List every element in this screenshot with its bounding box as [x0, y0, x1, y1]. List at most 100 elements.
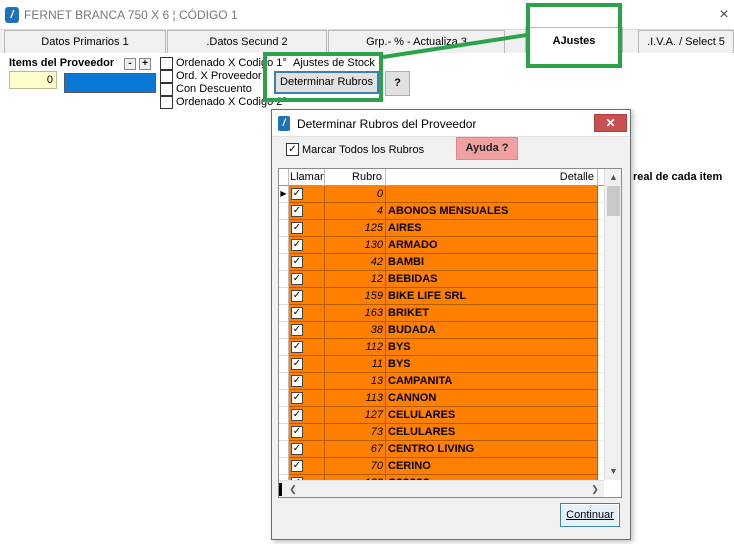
checkmark-icon[interactable]: ✓ [291, 324, 303, 336]
checkmark-icon[interactable]: ✓ [291, 205, 303, 217]
row-indicator [279, 407, 289, 424]
header-llamar[interactable]: Llamar [289, 169, 325, 186]
row-indicator [279, 458, 289, 475]
llamar-cell[interactable]: ✓ [289, 441, 325, 458]
app-logo-icon: / [278, 116, 290, 131]
checkmark-icon[interactable]: ✓ [291, 222, 303, 234]
continuar-button[interactable]: Continuar [560, 503, 620, 527]
rubro-name-cell: BIKE LIFE SRL [386, 288, 598, 305]
ayuda-button[interactable]: Ayuda ? [456, 137, 518, 160]
checkmark-icon[interactable]: ✓ [291, 188, 303, 200]
llamar-cell[interactable]: ✓ [289, 390, 325, 407]
option-label: Ord. X Proveedor [176, 70, 262, 82]
llamar-cell[interactable]: ✓ [289, 407, 325, 424]
table-row[interactable]: ✓ 13 CAMPANITA [279, 373, 621, 390]
checkmark-icon[interactable]: ✓ [291, 392, 303, 404]
mark-all-checkbox[interactable]: ✓ Marcar Todos los Rubros [286, 143, 424, 158]
checkmark-icon[interactable]: ✓ [291, 239, 303, 251]
decrease-button[interactable]: - [124, 58, 136, 70]
table-row[interactable]: ✓ 67 CENTRO LIVING [279, 441, 621, 458]
llamar-cell[interactable]: ✓ [289, 339, 325, 356]
row-indicator [279, 390, 289, 407]
rubro-number-cell: 12 [325, 271, 386, 288]
option-con-descuento[interactable]: Con Descuento [160, 83, 252, 96]
llamar-cell[interactable]: ✓ [289, 373, 325, 390]
scroll-up-icon[interactable]: ▲ [605, 169, 621, 186]
checkmark-icon[interactable]: ✓ [291, 409, 303, 421]
scroll-left-icon[interactable]: ❮ [285, 481, 301, 497]
rubro-name-cell: AIRES [386, 220, 598, 237]
llamar-cell[interactable]: ✓ [289, 458, 325, 475]
llamar-cell[interactable]: ✓ [289, 220, 325, 237]
llamar-cell[interactable]: ✓ [289, 186, 325, 203]
rubro-name-cell: CELULARES [386, 424, 598, 441]
llamar-cell[interactable]: ✓ [289, 322, 325, 339]
tab-datos-primarios[interactable]: Datos Primarios 1 [4, 30, 166, 53]
rubro-number-cell: 38 [325, 322, 386, 339]
increase-button[interactable]: + [139, 58, 151, 70]
scroll-right-icon[interactable]: ❯ [587, 481, 603, 497]
checkmark-icon[interactable]: ✓ [291, 358, 303, 370]
table-row[interactable]: ✓ 127 CELULARES [279, 407, 621, 424]
rubro-name-cell: BRIKET [386, 305, 598, 322]
tab-datos-secund[interactable]: .Datos Secund 2 [167, 30, 327, 53]
llamar-cell[interactable]: ✓ [289, 271, 325, 288]
window-close-icon[interactable]: × [714, 5, 734, 25]
help-question-button[interactable]: ? [385, 71, 410, 96]
table-row[interactable]: ▶ ✓ 0 [279, 186, 621, 203]
option-checkbox[interactable] [160, 70, 173, 83]
header-rubro[interactable]: Rubro [325, 169, 386, 186]
table-row[interactable]: ✓ 163 BRIKET [279, 305, 621, 322]
llamar-cell[interactable]: ✓ [289, 203, 325, 220]
table-row[interactable]: ✓ 159 BIKE LIFE SRL [279, 288, 621, 305]
table-row[interactable]: ✓ 113 CANNON [279, 390, 621, 407]
checkmark-icon[interactable]: ✓ [291, 460, 303, 472]
checkmark-icon[interactable]: ✓ [291, 273, 303, 285]
table-row[interactable]: ✓ 38 BUDADA [279, 322, 621, 339]
rubro-number-cell: 70 [325, 458, 386, 475]
llamar-cell[interactable]: ✓ [289, 424, 325, 441]
header-detalle[interactable]: Detalle [386, 169, 598, 186]
scroll-thumb[interactable] [607, 186, 620, 216]
table-row[interactable]: ✓ 12 BEBIDAS [279, 271, 621, 288]
items-count-field[interactable]: 0 [9, 71, 57, 89]
checkmark-icon[interactable]: ✓ [291, 341, 303, 353]
rubro-name-cell: CELULARES [386, 407, 598, 424]
checkmark-icon[interactable]: ✓ [291, 256, 303, 268]
tab-iva-select[interactable]: .I.V.A. / Select 5 [638, 30, 734, 53]
scroll-down-icon[interactable]: ▼ [605, 463, 621, 480]
checkmark-icon[interactable]: ✓ [286, 143, 299, 156]
checkmark-icon[interactable]: ✓ [291, 426, 303, 438]
checkmark-icon[interactable]: ✓ [291, 375, 303, 387]
llamar-cell[interactable]: ✓ [289, 356, 325, 373]
llamar-cell[interactable]: ✓ [289, 288, 325, 305]
table-row[interactable]: ✓ 73 CELULARES [279, 424, 621, 441]
app-logo-icon: / [5, 7, 19, 23]
checkmark-icon[interactable]: ✓ [291, 307, 303, 319]
option-checkbox[interactable] [160, 57, 173, 70]
option-ord-proveedor[interactable]: Ord. X Proveedor [160, 70, 262, 83]
selected-field[interactable] [64, 73, 156, 93]
checkmark-icon[interactable]: ✓ [291, 290, 303, 302]
rubro-name-cell: BYS [386, 356, 598, 373]
horizontal-scrollbar[interactable]: ❮ ❯ [279, 480, 604, 497]
option-checkbox[interactable] [160, 96, 173, 109]
dialog-close-icon[interactable]: ✕ [594, 114, 627, 132]
table-row[interactable]: ✓ 112 BYS [279, 339, 621, 356]
table-row[interactable]: ✓ 42 BAMBI [279, 254, 621, 271]
llamar-cell[interactable]: ✓ [289, 305, 325, 322]
table-row[interactable]: ✓ 4 ABONOS MENSUALES [279, 203, 621, 220]
rubro-number-cell: 13 [325, 373, 386, 390]
option-checkbox[interactable] [160, 83, 173, 96]
vertical-scrollbar[interactable]: ▲ ▼ [604, 169, 621, 480]
row-indicator [279, 373, 289, 390]
table-row[interactable]: ✓ 70 CERINO [279, 458, 621, 475]
hscroll-thumb[interactable] [279, 483, 282, 496]
table-row[interactable]: ✓ 130 ARMADO [279, 237, 621, 254]
llamar-cell[interactable]: ✓ [289, 237, 325, 254]
table-row[interactable]: ✓ 11 BYS [279, 356, 621, 373]
row-indicator [279, 254, 289, 271]
table-row[interactable]: ✓ 125 AIRES [279, 220, 621, 237]
checkmark-icon[interactable]: ✓ [291, 443, 303, 455]
llamar-cell[interactable]: ✓ [289, 254, 325, 271]
